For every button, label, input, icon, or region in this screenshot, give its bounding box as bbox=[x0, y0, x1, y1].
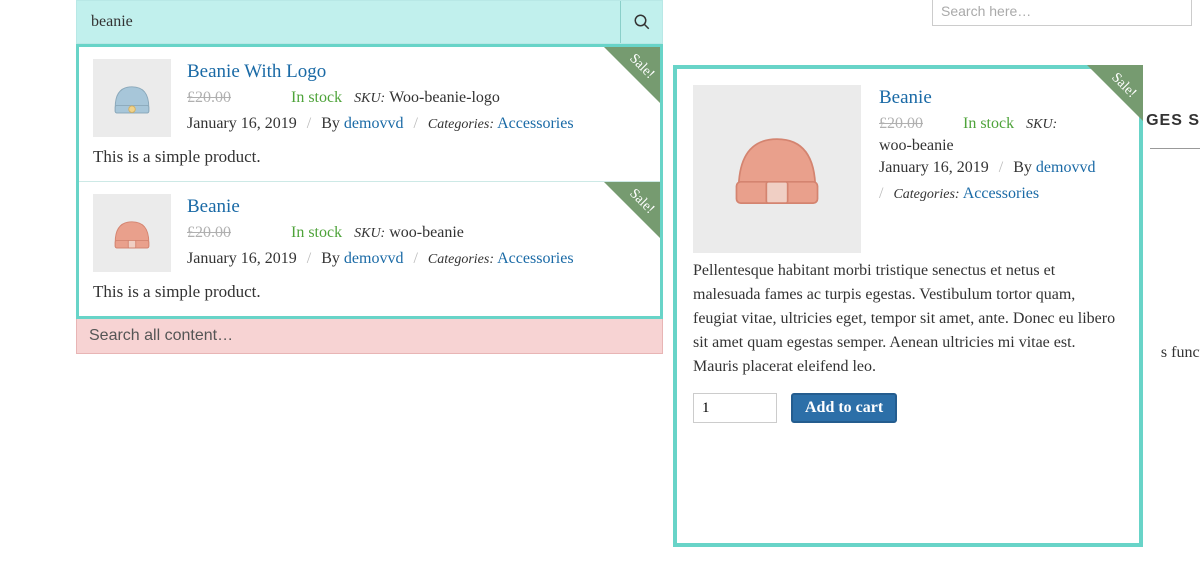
partial-divider bbox=[1150, 148, 1200, 149]
beanie-icon bbox=[104, 205, 160, 261]
sku-value: Woo-beanie-logo bbox=[389, 89, 500, 106]
product-date: January 16, 2019 bbox=[879, 159, 989, 176]
category-link[interactable]: Accessories bbox=[497, 250, 573, 267]
background-search-placeholder: Search here… bbox=[941, 3, 1031, 19]
by-label: By bbox=[321, 250, 340, 267]
product-description: Pellentesque habitant morbi tristique se… bbox=[693, 259, 1123, 379]
product-thumbnail bbox=[93, 194, 171, 272]
background-search-input[interactable]: Search here… bbox=[932, 0, 1192, 26]
partial-text: s funct bbox=[1161, 344, 1200, 362]
partial-heading: GES S bbox=[1146, 112, 1200, 130]
product-title[interactable]: Beanie With Logo bbox=[187, 61, 646, 83]
sku-value: woo-beanie bbox=[879, 137, 1123, 155]
sku-value: woo-beanie bbox=[389, 224, 464, 241]
old-price: £20.00 bbox=[879, 115, 923, 133]
search-all-footer[interactable]: Search all content… bbox=[76, 319, 663, 354]
stock-status: In stock bbox=[291, 89, 342, 106]
add-to-cart-button[interactable]: Add to cart bbox=[791, 393, 897, 423]
product-title[interactable]: Beanie bbox=[879, 87, 1123, 109]
result-item[interactable]: Sale! Beanie With Logo £20.00 In stock bbox=[79, 47, 660, 181]
beanie-icon bbox=[713, 105, 841, 233]
product-detail-panel: Sale! Beanie £20.00 In stock SKU: woo-be… bbox=[673, 65, 1143, 547]
by-label: By bbox=[321, 115, 340, 132]
old-price: £20.00 bbox=[187, 224, 231, 242]
quantity-input[interactable] bbox=[693, 393, 777, 423]
category-label: Categories: bbox=[428, 252, 494, 267]
product-image bbox=[693, 85, 861, 253]
search-box bbox=[76, 0, 663, 44]
search-container: Sale! Beanie With Logo £20.00 In stock bbox=[76, 0, 663, 354]
beanie-icon bbox=[104, 70, 160, 126]
sku-label: SKU: bbox=[354, 226, 385, 241]
search-icon bbox=[633, 13, 651, 31]
category-label: Categories: bbox=[893, 187, 959, 202]
product-date: January 16, 2019 bbox=[187, 115, 297, 132]
sku-label: SKU: bbox=[354, 91, 385, 106]
product-title[interactable]: Beanie bbox=[187, 196, 646, 218]
author-link[interactable]: demovvd bbox=[344, 250, 404, 267]
by-label: By bbox=[1013, 159, 1032, 176]
search-input[interactable] bbox=[77, 1, 620, 43]
author-link[interactable]: demovvd bbox=[1036, 159, 1096, 176]
category-link[interactable]: Accessories bbox=[497, 115, 573, 132]
sku-label: SKU: bbox=[1026, 117, 1057, 132]
old-price: £20.00 bbox=[187, 89, 231, 107]
result-item[interactable]: Sale! Beanie £20.00 In stock bbox=[79, 181, 660, 316]
stock-status: In stock bbox=[291, 224, 342, 241]
stock-status: In stock bbox=[963, 115, 1014, 132]
category-label: Categories: bbox=[428, 117, 494, 132]
product-thumbnail bbox=[93, 59, 171, 137]
product-date: January 16, 2019 bbox=[187, 250, 297, 267]
author-link[interactable]: demovvd bbox=[344, 115, 404, 132]
product-short-desc: This is a simple product. bbox=[93, 282, 646, 302]
category-link[interactable]: Accessories bbox=[963, 185, 1039, 202]
search-button[interactable] bbox=[620, 1, 662, 43]
results-dropdown: Sale! Beanie With Logo £20.00 In stock bbox=[76, 44, 663, 319]
product-short-desc: This is a simple product. bbox=[93, 147, 646, 167]
